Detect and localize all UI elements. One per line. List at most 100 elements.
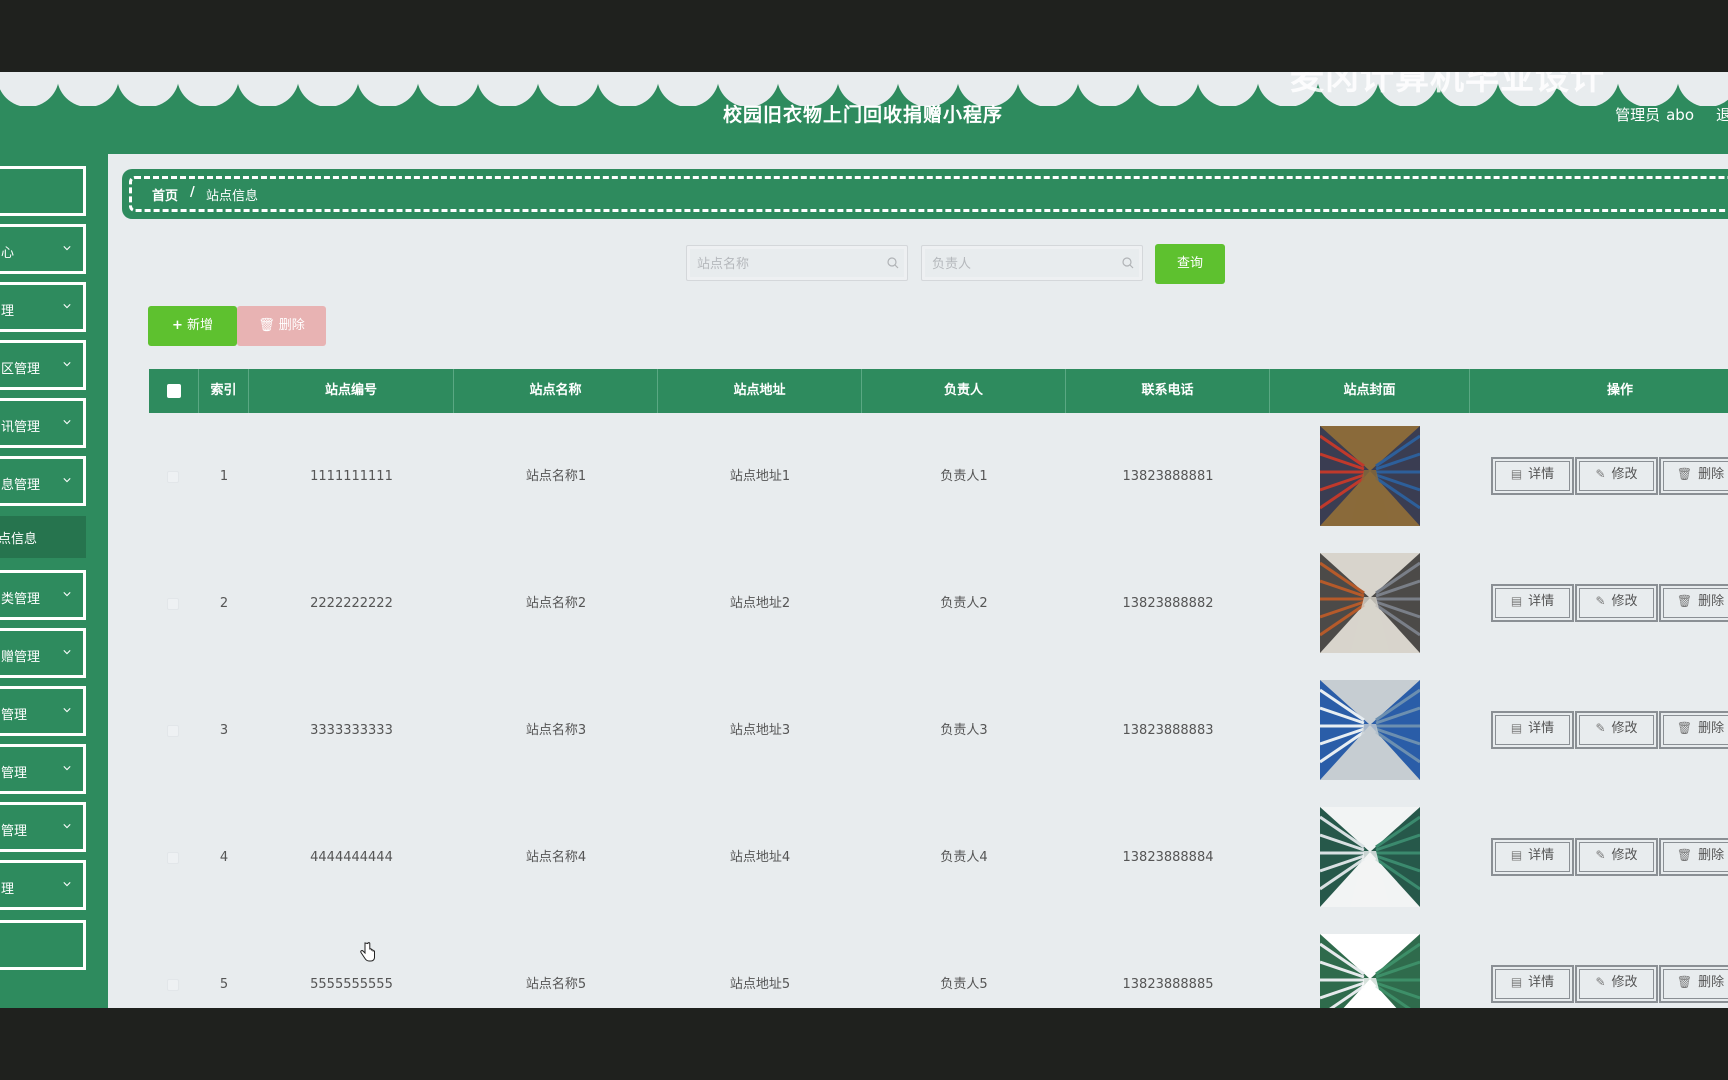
sidebar-item-label: 心: [1, 246, 15, 261]
col-actions: 操作: [1606, 383, 1633, 398]
sidebar-item-partial[interactable]: [0, 920, 86, 970]
row-checkbox[interactable]: [167, 471, 179, 483]
sidebar-item-11[interactable]: 管理: [0, 802, 86, 852]
action-label: 删除: [1698, 975, 1725, 990]
row-delete-button[interactable]: 🗑︎ 删除: [1659, 457, 1728, 495]
cell-name: 站点名称5: [525, 977, 587, 992]
cell-manager: 负责人2: [940, 596, 988, 611]
cell-index: 5: [219, 977, 229, 992]
cell-phone: 13823888882: [1122, 596, 1214, 611]
chevron-down-icon: [63, 766, 71, 771]
sidebar-item-2[interactable]: 理: [0, 282, 86, 332]
breadcrumb-dashed-border: [129, 176, 1728, 212]
row-checkbox[interactable]: [167, 725, 179, 737]
app-screen: 麦冈计算机毕业设计 校园旧衣物上门回收捐赠小程序 管理员abo 退出登录 心理区…: [0, 72, 1728, 1008]
sidebar-item-3[interactable]: 区管理: [0, 340, 86, 390]
action-label: 删除: [1698, 594, 1725, 609]
sidebar-item-1[interactable]: 心: [0, 224, 86, 274]
sidebar-item-0[interactable]: [0, 166, 86, 216]
row-delete-button[interactable]: 🗑︎ 删除: [1659, 838, 1728, 876]
detail-button[interactable]: ▤ 详情: [1491, 457, 1574, 495]
row-checkbox[interactable]: [167, 598, 179, 610]
col-code: 站点编号: [249, 369, 454, 413]
row-checkbox[interactable]: [167, 979, 179, 991]
sidebar-item-9[interactable]: 管理: [0, 686, 86, 736]
action-label: 详情: [1528, 467, 1555, 482]
action-label: 详情: [1528, 975, 1555, 990]
trash-icon: 🗑︎: [1676, 594, 1693, 608]
col-phone: 联系电话: [1066, 369, 1270, 413]
pencil-icon: ✎: [1595, 848, 1606, 862]
top-header: 麦冈计算机毕业设计 校园旧衣物上门回收捐赠小程序 管理员 abo 退出登录: [0, 72, 1728, 154]
sidebar: 心理区管理 讯管理 息管理 点信息 类管理 赠管理 管理 管理 管理理: [0, 154, 108, 1008]
detail-button[interactable]: ▤ 详情: [1491, 838, 1574, 876]
logout-link[interactable]: 退出登录: [1716, 104, 1728, 125]
edit-button[interactable]: ✎ 修改: [1575, 711, 1658, 749]
add-label: 新增: [186, 318, 213, 333]
sidebar-item-label: 管理: [1, 824, 28, 839]
bulk-delete-button[interactable]: 🗑︎ 删除: [237, 306, 326, 346]
breadcrumb-current: 站点信息: [206, 189, 259, 204]
sidebar-item-8[interactable]: 赠管理: [0, 628, 86, 678]
sidebar-item-label: 管理: [1, 708, 28, 723]
breadcrumb: 首页 / 站点信息: [122, 169, 1728, 219]
station-cover-image: [1320, 680, 1420, 780]
row-delete-button[interactable]: 🗑︎ 删除: [1659, 584, 1728, 622]
sidebar-item-label: 息管理: [1, 478, 41, 493]
query-button[interactable]: 查询: [1155, 244, 1225, 284]
chevron-down-icon: [63, 478, 71, 483]
sidebar-item-4[interactable]: 讯管理: [0, 398, 86, 448]
cell-address: 站点地址4: [729, 850, 791, 865]
cell-code: 3333333333: [310, 723, 393, 738]
cell-code: 2222222222: [310, 596, 393, 611]
select-all-checkbox[interactable]: [167, 384, 181, 398]
row-checkbox[interactable]: [167, 852, 179, 864]
admin-name: abo: [1666, 106, 1694, 124]
table-header: 索引 站点编号 站点名称 站点地址 负责人 联系电话 站点封面 操作: [149, 369, 1728, 413]
add-button[interactable]: + 新增: [148, 306, 237, 346]
chevron-down-icon: [63, 708, 71, 713]
breadcrumb-home[interactable]: 首页: [152, 185, 178, 204]
table-row: 2 2222222222 站点名称2 站点地址2 负责人2 13823888882 ▤ 详情 ✎…: [149, 540, 1728, 667]
cell-manager: 负责人4: [940, 850, 988, 865]
sidebar-item-10[interactable]: 管理: [0, 744, 86, 794]
app-title: 校园旧衣物上门回收捐赠小程序: [722, 104, 1003, 126]
sidebar-item-5[interactable]: 息管理: [0, 456, 86, 506]
action-label: 删除: [1698, 721, 1725, 736]
delete-label: 删除: [278, 318, 305, 333]
col-address: 站点地址: [658, 369, 862, 413]
sidebar-item-12[interactable]: 理: [0, 860, 86, 910]
trash-icon: 🗑︎: [1676, 721, 1693, 735]
sidebar-item-6[interactable]: 点信息: [0, 516, 86, 558]
chevron-down-icon: [63, 304, 71, 309]
cell-code: 5555555555: [310, 977, 393, 992]
pencil-icon: ✎: [1595, 975, 1606, 989]
station-cover-image: [1320, 553, 1420, 653]
cell-index: 3: [219, 723, 229, 738]
edit-button[interactable]: ✎ 修改: [1575, 965, 1658, 1003]
edit-button[interactable]: ✎ 修改: [1575, 584, 1658, 622]
detail-button[interactable]: ▤ 详情: [1491, 584, 1574, 622]
edit-button[interactable]: ✎ 修改: [1575, 838, 1658, 876]
row-delete-button[interactable]: 🗑︎ 删除: [1659, 711, 1728, 749]
action-label: 删除: [1698, 848, 1725, 863]
row-delete-button[interactable]: 🗑︎ 删除: [1659, 965, 1728, 1003]
document-icon: ▤: [1510, 975, 1523, 989]
action-label: 修改: [1611, 848, 1638, 863]
detail-button[interactable]: ▤ 详情: [1491, 711, 1574, 749]
cell-name: 站点名称3: [525, 723, 587, 738]
table-row: 1 1111111111 站点名称1 站点地址1 负责人1 13823888881 ▤ 详情 ✎…: [149, 413, 1728, 540]
cell-name: 站点名称4: [525, 850, 587, 865]
sidebar-item-7[interactable]: 类管理: [0, 570, 86, 620]
col-cover: 站点封面: [1270, 369, 1470, 413]
cell-address: 站点地址1: [729, 469, 791, 484]
action-label: 修改: [1611, 721, 1638, 736]
document-icon: ▤: [1510, 721, 1523, 735]
action-label: 修改: [1611, 467, 1638, 482]
edit-button[interactable]: ✎ 修改: [1575, 457, 1658, 495]
manager-search: [921, 245, 1143, 281]
pencil-icon: ✎: [1595, 721, 1606, 735]
detail-button[interactable]: ▤ 详情: [1491, 965, 1574, 1003]
manager-input[interactable]: [930, 251, 1114, 277]
station-name-input[interactable]: [695, 251, 879, 277]
